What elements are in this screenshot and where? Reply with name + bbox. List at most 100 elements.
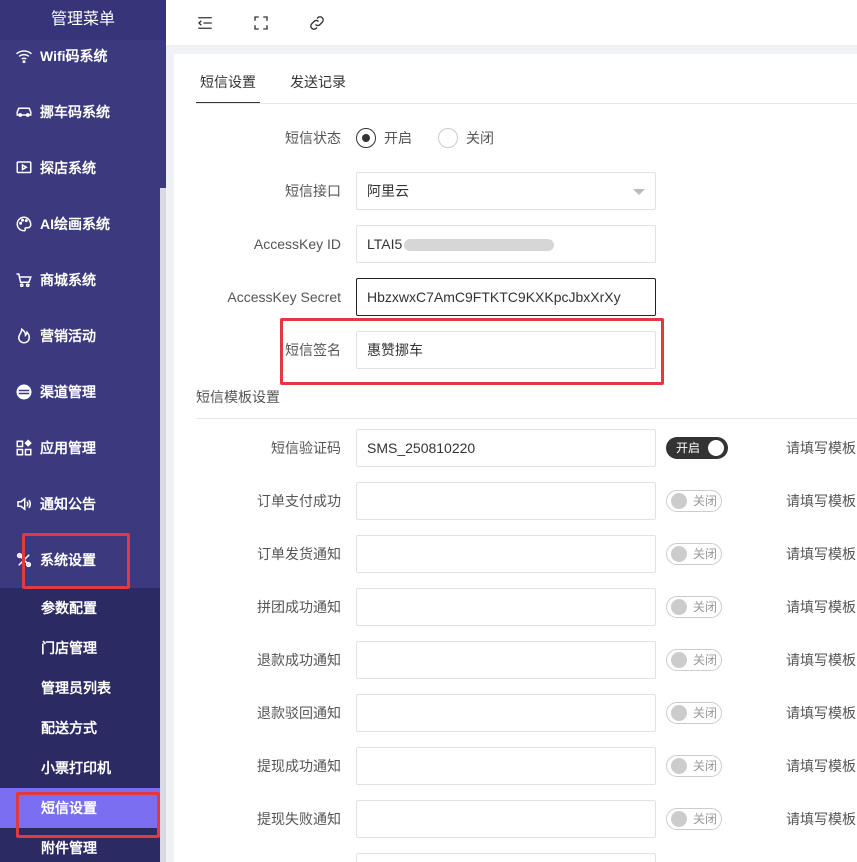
template-input[interactable] xyxy=(356,588,656,626)
submenu-item-delivery[interactable]: 配送方式 xyxy=(0,708,160,748)
sidebar-item-explore[interactable]: 探店系统 xyxy=(0,140,160,196)
sidebar-scrollbar[interactable] xyxy=(160,188,166,862)
template-label: 订单发货通知 xyxy=(257,546,341,562)
tab-send-records[interactable]: 发送记录 xyxy=(286,68,350,104)
submenu-item-printer[interactable]: 小票打印机 xyxy=(0,748,160,788)
template-toggle[interactable]: 关闭 xyxy=(666,543,722,565)
template-tip: 请填写模板 xyxy=(786,599,856,615)
template-input[interactable]: SMS_250810220 xyxy=(356,429,656,467)
toggle-label: 关闭 xyxy=(693,600,718,614)
row-template-order-paid: 订单支付成功 关闭 请填写模板 xyxy=(174,482,857,520)
sidebar-item-label: 渠道管理 xyxy=(40,384,96,400)
sms-api-select[interactable]: 阿里云 xyxy=(356,172,656,210)
toggle-knob xyxy=(671,652,687,668)
sidebar-item-apps[interactable]: 应用管理 xyxy=(0,420,160,476)
status-off-radio[interactable]: 关闭 xyxy=(438,128,494,148)
link-icon[interactable] xyxy=(306,12,328,34)
toggle-label: 关闭 xyxy=(693,653,718,667)
submenu-system-settings: 参数配置 门店管理 管理员列表 配送方式 小票打印机 短信设置 附件管理 xyxy=(0,588,160,862)
sidebar-item-wifi[interactable]: Wifi码系统 xyxy=(0,28,160,84)
template-label: 退款驳回通知 xyxy=(257,705,341,721)
chevron-down-icon xyxy=(633,189,645,195)
car-icon xyxy=(14,102,34,122)
row-template-verify-code: 短信验证码 SMS_250810220 开启 请填写模板 xyxy=(174,429,857,467)
settings-icon xyxy=(14,550,34,570)
template-tip: 请填写模板 xyxy=(786,440,856,456)
row-template-group-success: 拼团成功通知 关闭 请填写模板 xyxy=(174,588,857,626)
toggle-label: 关闭 xyxy=(693,706,718,720)
template-toggle[interactable]: 开启 xyxy=(666,437,728,459)
access-key-id-input[interactable]: LTAI5 xyxy=(356,225,656,263)
status-on-radio[interactable]: 开启 xyxy=(356,128,412,148)
sidebar-item-mall[interactable]: 商城系统 xyxy=(0,252,160,308)
radio-unchecked-icon xyxy=(438,128,458,148)
collapse-menu-icon[interactable] xyxy=(194,12,216,34)
row-template-refund-rejected: 退款驳回通知 关闭 请填写模板 xyxy=(174,694,857,732)
template-input[interactable] xyxy=(356,535,656,573)
access-key-id-value: LTAI5 xyxy=(367,236,403,252)
template-input[interactable] xyxy=(356,641,656,679)
blurred-text xyxy=(404,239,555,252)
toggle-knob xyxy=(671,811,687,827)
sidebar: 管理菜单 Wifi码系统 挪车码系统 探店系统 AI绘画系统 商城系统 营销活动 xyxy=(0,0,166,862)
template-toggle[interactable]: 关闭 xyxy=(666,755,722,777)
tab-bar: 短信设置 发送记录 xyxy=(196,68,376,104)
template-label: 订单支付成功 xyxy=(257,493,341,509)
submenu-item-sms-settings[interactable]: 短信设置 xyxy=(0,788,160,828)
sidebar-item-system-settings[interactable]: 系统设置 xyxy=(0,532,160,588)
toggle-label: 关闭 xyxy=(693,812,718,826)
sidebar-item-label: Wifi码系统 xyxy=(40,48,108,64)
toggle-label: 关闭 xyxy=(693,547,718,561)
sidebar-item-label: 商城系统 xyxy=(40,272,96,288)
access-key-secret-value: HbzxwxC7AmC9FTKTC9KXKpcJbxXrXy xyxy=(367,289,621,305)
toggle-knob xyxy=(671,546,687,562)
sidebar-item-label: 系统设置 xyxy=(40,552,96,568)
row-sms-signature: 短信签名 惠赞挪车 xyxy=(174,331,857,369)
template-tip: 请填写模板 xyxy=(786,705,856,721)
sms-api-label: 短信接口 xyxy=(285,183,341,199)
template-toggle[interactable]: 关闭 xyxy=(666,596,722,618)
template-input[interactable] xyxy=(356,853,656,862)
sms-signature-label: 短信签名 xyxy=(285,342,341,358)
template-input[interactable] xyxy=(356,747,656,785)
toggle-knob xyxy=(708,440,724,456)
submenu-item-attachments[interactable]: 附件管理 xyxy=(0,828,160,862)
submenu-item-stores[interactable]: 门店管理 xyxy=(0,628,160,668)
template-input[interactable] xyxy=(356,800,656,838)
toggle-label: 关闭 xyxy=(693,494,718,508)
sms-signature-input[interactable]: 惠赞挪车 xyxy=(356,331,656,369)
template-toggle[interactable]: 关闭 xyxy=(666,702,722,724)
sidebar-item-ai-painting[interactable]: AI绘画系统 xyxy=(0,196,160,252)
cart-icon xyxy=(14,270,34,290)
sidebar-item-channel[interactable]: 渠道管理 xyxy=(0,364,160,420)
template-toggle[interactable]: 关闭 xyxy=(666,808,722,830)
sms-settings-panel: 短信设置 发送记录 短信状态 开启 关闭 短信接口 阿里云 AccessKey … xyxy=(174,54,857,862)
toggle-label: 关闭 xyxy=(693,759,718,773)
top-bar xyxy=(166,0,857,46)
template-tip: 请填写模板 xyxy=(786,493,856,509)
palette-icon xyxy=(14,214,34,234)
apps-icon xyxy=(14,438,34,458)
template-toggle[interactable]: 关闭 xyxy=(666,649,722,671)
submenu-item-params[interactable]: 参数配置 xyxy=(0,588,160,628)
submenu-item-admins[interactable]: 管理员列表 xyxy=(0,668,160,708)
template-label: 退款成功通知 xyxy=(257,652,341,668)
sidebar-item-notice[interactable]: 通知公告 xyxy=(0,476,160,532)
template-tip: 请填写模板 xyxy=(786,758,856,774)
template-toggle[interactable]: 关闭 xyxy=(666,490,722,512)
row-template-partial xyxy=(174,853,857,862)
fullscreen-icon[interactable] xyxy=(250,12,272,34)
template-input[interactable] xyxy=(356,694,656,732)
row-template-refund-success: 退款成功通知 关闭 请填写模板 xyxy=(174,641,857,679)
sidebar-item-move-car[interactable]: 挪车码系统 xyxy=(0,84,160,140)
row-template-withdraw-success: 提现成功通知 关闭 请填写模板 xyxy=(174,747,857,785)
sidebar-item-label: 探店系统 xyxy=(40,160,96,176)
tab-sms-settings[interactable]: 短信设置 xyxy=(196,68,260,104)
row-access-key-secret: AccessKey Secret HbzxwxC7AmC9FTKTC9KXKpc… xyxy=(174,278,857,316)
toggle-knob xyxy=(671,599,687,615)
access-key-secret-input[interactable]: HbzxwxC7AmC9FTKTC9KXKpcJbxXrXy xyxy=(356,278,656,316)
template-input[interactable] xyxy=(356,482,656,520)
row-sms-api: 短信接口 阿里云 xyxy=(174,172,857,210)
access-key-id-label: AccessKey ID xyxy=(253,236,341,252)
sidebar-item-marketing[interactable]: 营销活动 xyxy=(0,308,160,364)
